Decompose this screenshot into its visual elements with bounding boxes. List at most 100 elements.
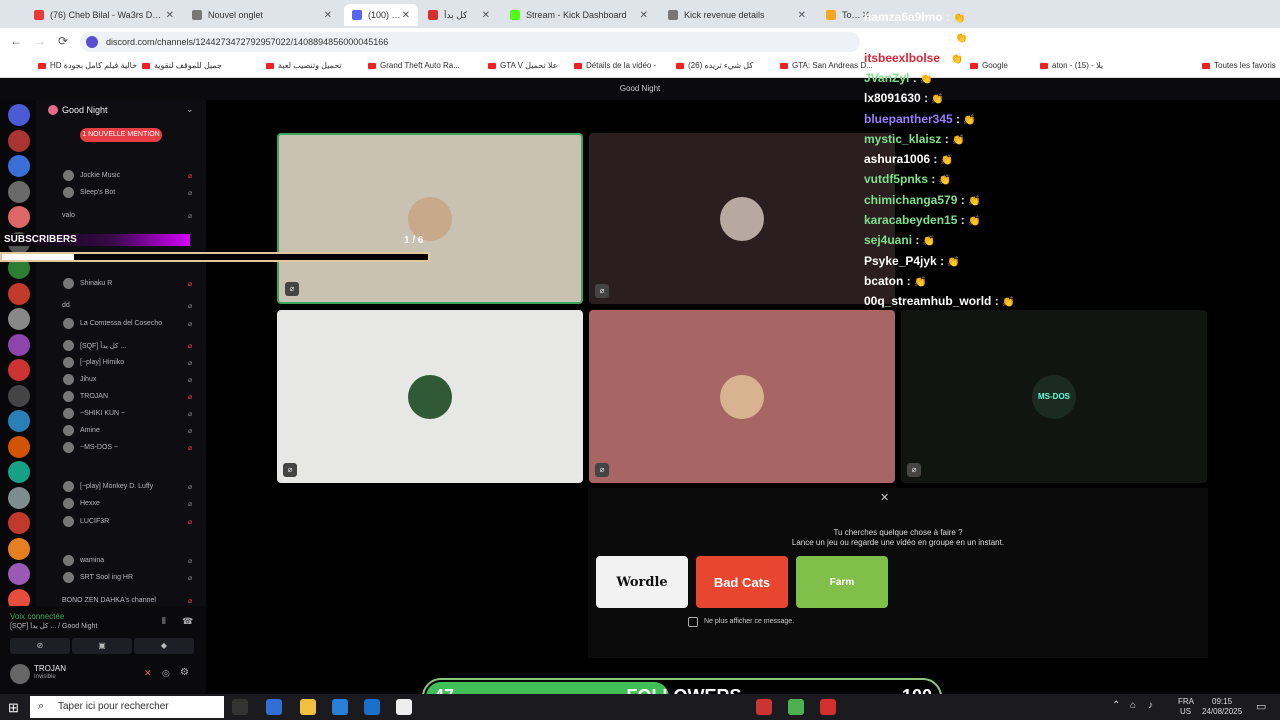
close-icon[interactable]: ✕: [880, 491, 889, 504]
close-icon[interactable]: ✕: [324, 10, 332, 21]
chrome-icon[interactable]: [788, 699, 804, 715]
browser-tab[interactable]: (76) Cheb Bilal - Wa3rs Da2wat ✕: [26, 4, 182, 26]
server-icon[interactable]: [8, 435, 30, 458]
server-icon[interactable]: [8, 512, 30, 534]
server-icon[interactable]: [8, 104, 30, 126]
mute-icon[interactable]: ✕: [144, 668, 152, 679]
tile-user-4[interactable]: ⌀: [589, 310, 895, 483]
tile-user-1[interactable]: ⌀: [277, 133, 583, 304]
vscode-icon[interactable]: [332, 699, 348, 715]
server-icon[interactable]: [8, 282, 30, 305]
close-icon[interactable]: ✕: [166, 10, 174, 21]
channel-item[interactable]: [~play] Himiko: [80, 359, 124, 366]
channel-item[interactable]: Amine: [80, 427, 100, 434]
youtube-icon[interactable]: [820, 699, 836, 715]
chevron-down-icon[interactable]: ⌄: [186, 104, 194, 115]
server-icon[interactable]: [8, 333, 30, 356]
browser-tab[interactable]: Kick revenue details ✕: [660, 4, 814, 26]
bookmark-item[interactable]: (26) كل شيء تريده: [676, 61, 753, 70]
tile-user-2[interactable]: ⌀: [589, 133, 895, 304]
notepad-icon[interactable]: [396, 699, 412, 715]
dont-show-checkbox[interactable]: [688, 617, 698, 627]
bookmark-item[interactable]: Toutes les favoris: [1202, 61, 1276, 70]
avatar[interactable]: [10, 664, 30, 684]
channel-item[interactable]: ~SHIKI KUN ~: [80, 410, 125, 417]
channel-item[interactable]: Sleep's Bot: [80, 189, 115, 196]
close-icon[interactable]: ✕: [798, 10, 806, 21]
server-icon[interactable]: [8, 129, 30, 152]
browser-tab[interactable]: كل بدأ ✕: [420, 4, 498, 26]
outlook-icon[interactable]: [364, 699, 380, 715]
server-icon[interactable]: [8, 359, 30, 381]
channel-item[interactable]: [SQF] كل يدأ ...: [80, 342, 126, 350]
store-icon[interactable]: [266, 699, 282, 715]
server-icon[interactable]: [8, 180, 30, 203]
server-icon[interactable]: [8, 308, 30, 330]
close-icon[interactable]: ✕: [402, 10, 410, 21]
bookmark-item[interactable]: aton - يلا - (15): [1040, 61, 1103, 70]
bookmark-item[interactable]: Grand Theft Auto Ra...: [368, 61, 460, 70]
new-mention-badge[interactable]: 1 NOUVELLE MENTION: [80, 128, 162, 142]
tray-chevron-icon[interactable]: ⌃: [1112, 700, 1120, 711]
channel-item[interactable]: BONO ZEN DAHKA's channel: [62, 597, 156, 604]
forward-icon[interactable]: →: [34, 34, 46, 48]
windows-start-icon[interactable]: ⊞: [8, 700, 19, 716]
close-icon[interactable]: ✕: [482, 10, 490, 21]
clock-date[interactable]: 24/08/2025: [1202, 707, 1242, 716]
server-icon[interactable]: [8, 461, 30, 483]
bookmark-item[interactable]: Google: [970, 61, 1008, 70]
server-icon[interactable]: [8, 155, 30, 177]
server-icon[interactable]: [8, 410, 30, 432]
screen-share-button[interactable]: ▣: [72, 638, 132, 654]
server-name[interactable]: Good Night: [62, 105, 108, 115]
server-icon[interactable]: [8, 486, 30, 509]
taskbar-search[interactable]: Taper ici pour rechercher: [30, 696, 224, 718]
channel-item[interactable]: Jihux: [80, 376, 96, 383]
channel-item[interactable]: dd: [62, 302, 70, 309]
game-farm[interactable]: Farm: [796, 556, 888, 608]
browser-tab[interactable]: Stream - Kick Dashboard ✕: [502, 4, 656, 26]
channel-item[interactable]: valo: [62, 212, 75, 219]
channel-item[interactable]: La Comtessa del Cosecho: [80, 320, 162, 327]
server-icon[interactable]: [8, 206, 30, 228]
voice-channel-name[interactable]: [SQF] كل يدأ ... / Good Night: [10, 622, 160, 630]
obs-icon[interactable]: [756, 699, 772, 715]
bookmark-item[interactable]: Détails de la vidéo -: [574, 61, 656, 70]
bookmark-item[interactable]: GTA V علا تحميل: [488, 61, 557, 70]
task-view-icon[interactable]: [232, 699, 248, 715]
tile-ms-dos[interactable]: MS-DOS ⌀: [901, 310, 1207, 483]
channel-item[interactable]: [~play] Monkey D. Luffy: [80, 483, 153, 490]
activities-button[interactable]: ◆: [134, 638, 194, 654]
browser-tab[interactable]: (100) Discord | ✕: [344, 4, 418, 26]
channel-item[interactable]: TROJAN: [80, 393, 108, 400]
file-explorer-icon[interactable]: [300, 699, 316, 715]
site-info-icon[interactable]: [86, 36, 98, 48]
bookmark-item[interactable]: GTA: San Andreas D...: [780, 61, 873, 70]
url-field[interactable]: discord.com/channels/1244273472792957022…: [80, 32, 860, 52]
language-code[interactable]: FRA: [1178, 697, 1194, 706]
volume-icon[interactable]: ♪: [1148, 700, 1153, 711]
game-wordle[interactable]: Wordle: [596, 556, 688, 608]
back-icon[interactable]: ←: [10, 34, 22, 48]
server-icon[interactable]: [8, 384, 30, 407]
camera-off-button[interactable]: ⊘: [10, 638, 70, 654]
channel-item[interactable]: SRT Sool ing HR: [80, 574, 133, 581]
channel-item[interactable]: ~MS-DOS ~: [80, 444, 118, 451]
bookmark-item[interactable]: تحميل وتنصيب لعبة: [266, 61, 342, 70]
gear-icon[interactable]: ⚙: [180, 667, 189, 678]
noise-suppression-icon[interactable]: ⫴: [162, 616, 166, 627]
channel-item[interactable]: Jockie Music: [80, 172, 120, 179]
channel-item[interactable]: Shinaku R: [80, 280, 112, 287]
network-icon[interactable]: ⌂: [1130, 700, 1136, 711]
clock-time[interactable]: 09:15: [1212, 697, 1232, 706]
server-icon[interactable]: [8, 537, 30, 560]
region-code[interactable]: US: [1180, 707, 1191, 716]
channel-item[interactable]: LUCIF3R: [80, 518, 109, 525]
server-icon[interactable]: [8, 563, 30, 585]
close-icon[interactable]: ✕: [640, 10, 648, 21]
browser-tab[interactable]: Nouvel onglet ✕: [184, 4, 340, 26]
reload-icon[interactable]: ⟳: [58, 34, 68, 48]
notification-icon[interactable]: ▭: [1256, 700, 1266, 713]
headphones-icon[interactable]: ◎: [162, 668, 170, 679]
channel-item[interactable]: Hexxe: [80, 500, 100, 507]
